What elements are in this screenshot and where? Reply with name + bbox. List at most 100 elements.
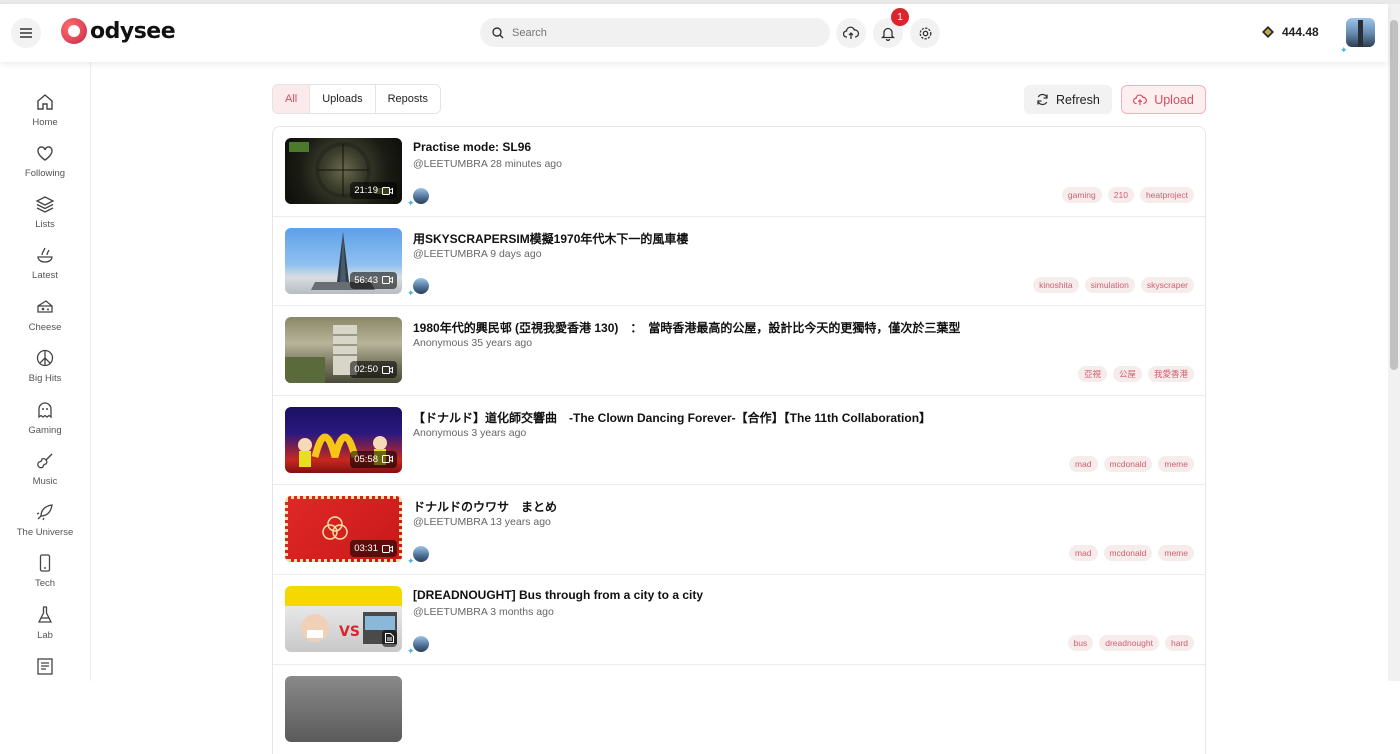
sidebar-item-home[interactable]: Home (0, 92, 90, 140)
channel-avatar[interactable] (413, 188, 429, 204)
channel-name[interactable]: Anonymous (413, 427, 468, 439)
thumbnail[interactable]: VS (285, 585, 402, 652)
tag[interactable]: 公屋 (1112, 366, 1142, 383)
channel-avatar[interactable] (413, 277, 429, 294)
search-bar[interactable] (480, 18, 830, 47)
sidebar-item-music[interactable]: Music (0, 451, 90, 499)
tag[interactable]: skyscraper (1140, 276, 1194, 293)
duration-badge: 02:50 (350, 361, 397, 379)
duration-text: 02:50 (354, 364, 378, 376)
thumbnail[interactable]: 05:58 (285, 406, 402, 473)
video-title[interactable]: ドナルドのウワサ まとめ (413, 498, 557, 515)
duration-badge: 21:19 (350, 182, 397, 199)
list-item[interactable]: 03:31 ドナルドのウワサ まとめ @LEETUMBRA 13 years a… (273, 485, 1205, 575)
video-meta: @LEETUMBRA 3 months ago (413, 606, 554, 618)
channel-name[interactable]: @LEETUMBRA (413, 516, 487, 528)
sidebar-item-tech[interactable]: Tech (0, 553, 90, 601)
sidebar-item-lab[interactable]: Lab (0, 605, 90, 653)
sidebar-item-gaming[interactable]: Gaming (0, 400, 90, 448)
logo-text: odysee (90, 18, 176, 44)
thumbnail[interactable]: 21:19 (285, 138, 402, 204)
tag[interactable]: gaming (1061, 187, 1102, 203)
thumbnail[interactable]: 02:50 (285, 317, 402, 384)
list-item[interactable]: 56:43 用SKYSCRAPERSIM模擬1970年代木下一的風車樓 @LEE… (273, 217, 1205, 307)
home-icon (37, 94, 53, 110)
tab-reposts[interactable]: Reposts (375, 85, 440, 113)
channel-name[interactable]: @LEETUMBRA (413, 158, 487, 170)
list-item[interactable]: 21:19 Practise mode: SL96 @LEETUMBRA 28 … (273, 127, 1205, 217)
sparkle-icon: ✦ (1340, 45, 1348, 55)
video-age: 35 years ago (471, 337, 533, 350)
search-input[interactable] (512, 26, 802, 39)
tag[interactable]: mcdonald (1103, 545, 1153, 562)
latest-icon (37, 247, 53, 263)
list-item[interactable]: 02:50 1980年代的興民邨 (亞視我愛香港 130) ： 當時香港最高的公… (273, 306, 1205, 396)
sidebar-item-big-hits[interactable]: Big Hits (0, 348, 90, 396)
sidebar-item-latest[interactable]: Latest (0, 245, 90, 293)
user-avatar[interactable] (1346, 18, 1375, 47)
video-meta: @LEETUMBRA 13 years ago (413, 516, 551, 528)
sidebar-item-label: Lists (35, 219, 55, 230)
publish-button[interactable] (836, 18, 866, 48)
tag[interactable]: hard (1164, 634, 1194, 651)
video-icon (382, 186, 393, 195)
tag[interactable]: heatproject (1139, 187, 1194, 203)
tab-all[interactable]: All (273, 85, 311, 113)
tab-uploads[interactable]: Uploads (310, 85, 376, 113)
thumbnail[interactable] (285, 675, 402, 742)
duration-text: 03:31 (354, 543, 378, 555)
wallet-balance[interactable]: 444.48 (1262, 25, 1319, 39)
video-title[interactable]: 用SKYSCRAPERSIM模擬1970年代木下一的風車樓 (413, 230, 688, 247)
tag[interactable]: 亞視 (1077, 366, 1107, 383)
channel-avatar[interactable] (413, 546, 429, 563)
duration-badge (382, 629, 397, 647)
list-item[interactable]: 05:58 【ドナルド】道化師交響曲 -The Clown Dancing Fo… (273, 396, 1205, 486)
odysee-logo[interactable]: odysee (61, 18, 176, 44)
thumbnail[interactable]: 03:31 (285, 496, 402, 563)
video-title[interactable]: 1980年代的興民邨 (亞視我愛香港 130) ： 當時香港最高的公屋，設計比今… (413, 319, 960, 336)
sidebar-item-following[interactable]: Following (0, 143, 90, 191)
balance-amount: 444.48 (1282, 25, 1319, 39)
video-meta: @LEETUMBRA 28 minutes ago (413, 158, 562, 170)
sidebar-item-cheese[interactable]: Cheese (0, 297, 90, 345)
sidebar-item-lists[interactable]: Lists (0, 194, 90, 242)
channel-name[interactable]: @LEETUMBRA (413, 248, 487, 260)
sparkle-icon: ✦ (407, 198, 415, 208)
tag[interactable]: 210 (1107, 187, 1134, 203)
cloud-upload-icon (843, 26, 859, 39)
channel-name[interactable]: Anonymous (413, 337, 468, 349)
video-icon (382, 455, 393, 464)
scrollbar-thumb[interactable] (1390, 20, 1398, 370)
list-item[interactable] (273, 665, 1205, 754)
tag[interactable]: bus (1067, 634, 1094, 651)
video-title[interactable]: 【ドナルド】道化師交響曲 -The Clown Dancing Forever-… (413, 409, 931, 426)
thumbnail[interactable]: 56:43 (285, 227, 402, 294)
sidebar-item-more[interactable] (0, 656, 90, 704)
upload-list: 21:19 Practise mode: SL96 @LEETUMBRA 28 … (272, 126, 1206, 754)
channel-name[interactable]: @LEETUMBRA (413, 606, 487, 618)
tag[interactable]: mad (1068, 455, 1098, 472)
video-title[interactable]: [DREADNOUGHT] Bus through from a city to… (413, 588, 703, 602)
channel-avatar[interactable] (413, 635, 429, 652)
cheese-icon (37, 300, 53, 313)
settings-button[interactable] (910, 18, 940, 48)
tag[interactable]: 我愛香港 (1147, 366, 1194, 383)
refresh-button[interactable]: Refresh (1024, 85, 1112, 114)
tag[interactable]: meme (1158, 455, 1194, 472)
tag[interactable]: meme (1158, 545, 1194, 562)
main-content: All Uploads Reposts Refresh Upload 21:19… (91, 62, 1388, 754)
tag[interactable]: simulation (1084, 276, 1135, 293)
sidebar-item-the-universe[interactable]: The Universe (0, 502, 90, 550)
tag[interactable]: dreadnought (1099, 634, 1159, 651)
tag[interactable]: mad (1068, 545, 1098, 562)
sidebar-item-label: Home (32, 117, 58, 128)
tag[interactable]: mcdonald (1103, 455, 1153, 472)
upload-button[interactable]: Upload (1121, 85, 1206, 114)
video-title[interactable]: Practise mode: SL96 (413, 140, 531, 154)
tag[interactable]: kinoshita (1033, 276, 1079, 293)
newspaper-icon (37, 658, 53, 675)
filter-tabs: All Uploads Reposts (272, 84, 441, 114)
menu-button[interactable] (11, 18, 41, 48)
list-item[interactable]: VS [DREADNOUGHT] Bus through from a city… (273, 575, 1205, 665)
sidebar: Home Following Lists Latest Cheese Big H… (0, 62, 91, 681)
